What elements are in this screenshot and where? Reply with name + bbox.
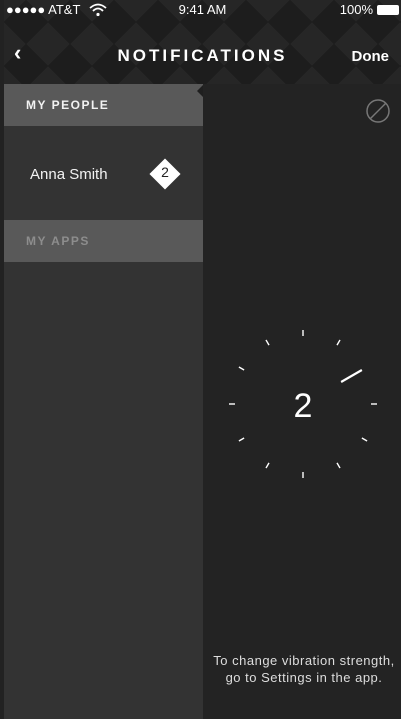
- top-bar: ●●●●● AT&T 9:41 AM 100% ‹ NOTIFICATIONS …: [4, 0, 401, 84]
- app-frame: ●●●●● AT&T 9:41 AM 100% ‹ NOTIFICATIONS …: [4, 0, 401, 719]
- dial-tick: [361, 437, 368, 442]
- nav-bar: ‹ NOTIFICATIONS Done: [4, 20, 401, 84]
- block-icon[interactable]: [365, 98, 391, 124]
- sidebar-item-anna-smith[interactable]: Anna Smith 2: [4, 146, 203, 202]
- dial-tick: [265, 462, 270, 469]
- page-title: NOTIFICATIONS: [117, 46, 288, 65]
- my-people-header: MY PEOPLE: [4, 84, 203, 126]
- my-people-label: MY PEOPLE: [26, 98, 110, 112]
- dial-tick: [336, 462, 341, 469]
- dial-tick: [238, 366, 245, 371]
- battery-icon: [377, 5, 399, 15]
- detail-panel: 2 To change vibration strength, go to Se…: [203, 84, 401, 719]
- my-apps-header[interactable]: MY APPS: [4, 220, 203, 262]
- status-bar: ●●●●● AT&T 9:41 AM 100%: [4, 0, 401, 20]
- sidebar: MY PEOPLE Anna Smith 2 MY APPS: [4, 84, 203, 719]
- battery-percent: 100%: [339, 2, 373, 17]
- dial-active-tick: [340, 369, 363, 383]
- level-badge-number: 2: [161, 164, 169, 180]
- person-name: Anna Smith: [30, 166, 108, 183]
- my-apps-label: MY APPS: [26, 234, 90, 248]
- hint-text: To change vibration strength, go to Sett…: [213, 653, 395, 685]
- vibration-strength-value: 2: [293, 387, 313, 425]
- dial-tick: [265, 339, 270, 346]
- dial-tick: [238, 437, 245, 442]
- dial-tick: [336, 339, 341, 346]
- done-button[interactable]: Done: [352, 48, 390, 65]
